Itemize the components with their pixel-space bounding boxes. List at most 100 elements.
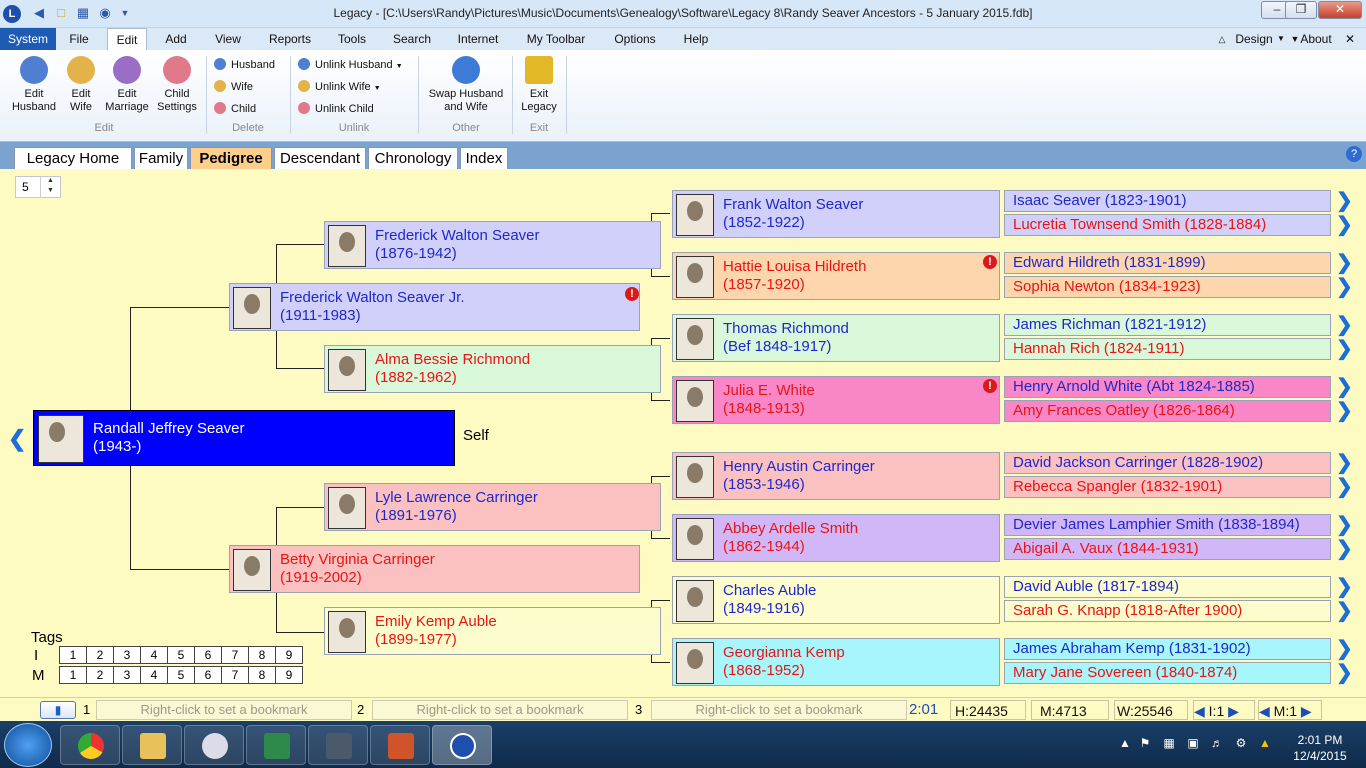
maximize-button[interactable]: ❐ (1285, 1, 1317, 19)
help-icon[interactable]: ? (1346, 146, 1362, 162)
great-grandparent-box[interactable]: Georgianna Kemp (1868-1952) (672, 638, 1000, 686)
tray-network-icon[interactable]: ▦ (1162, 736, 1176, 750)
menu-tools[interactable]: Tools (330, 28, 374, 50)
chevron-right-icon[interactable]: ❯ (1336, 477, 1353, 497)
chevron-right-icon[interactable]: ❯ (1336, 401, 1353, 421)
close-button[interactable]: ✕ (1318, 1, 1362, 19)
mother-box[interactable]: Betty Virginia Carringer (1919-2002) (229, 545, 640, 593)
chevron-up-icon[interactable]: △ (1216, 28, 1228, 50)
great-grandparent-box[interactable]: Charles Auble (1849-1916) (672, 576, 1000, 624)
edit-marriage-button[interactable]: Edit Marriage (102, 56, 152, 114)
bookmark-3-slot[interactable]: Right-click to set a bookmark (651, 700, 907, 720)
taskbar-powerpoint[interactable] (370, 725, 430, 765)
great-grandparent-box[interactable]: Hattie Louisa Hildreth (1857-1920) ! (672, 252, 1000, 300)
tag-i-5[interactable]: 5 (167, 646, 195, 664)
tray-expand-icon[interactable]: ▲ (1118, 736, 1132, 750)
menu-search[interactable]: Search (388, 28, 436, 50)
spinner-arrows-icon[interactable]: ▲ ▼ (40, 176, 60, 198)
tag-m-7[interactable]: 7 (221, 666, 249, 684)
nav-prev-icon[interactable]: ◀ (1259, 703, 1270, 719)
gen5-person[interactable]: Mary Jane Sovereen (1840-1874) (1004, 662, 1331, 684)
gen5-person[interactable]: Hannah Rich (1824-1911) (1004, 338, 1331, 360)
gen5-person[interactable]: Isaac Seaver (1823-1901) (1004, 190, 1331, 212)
windows-start-icon[interactable] (4, 723, 52, 767)
paternal-grandmother-box[interactable]: Alma Bessie Richmond (1882-1962) (324, 345, 661, 393)
nav-next-icon[interactable]: ▶ (1301, 703, 1312, 719)
nav-next-icon[interactable]: ▶ (1228, 703, 1239, 719)
taskbar-family-tree[interactable] (246, 725, 306, 765)
tag-i-9[interactable]: 9 (275, 646, 303, 664)
gen5-person[interactable]: Henry Arnold White (Abt 1824-1885) (1004, 376, 1331, 398)
tray-settings-icon[interactable]: ⚙ (1234, 736, 1248, 750)
gen5-person[interactable]: David Auble (1817-1894) (1004, 576, 1331, 598)
gen5-person[interactable]: Lucretia Townsend Smith (1828-1884) (1004, 214, 1331, 236)
chevron-right-icon[interactable]: ❯ (1336, 539, 1353, 559)
nav-prev-icon[interactable]: ◀ (1194, 703, 1205, 719)
warning-icon[interactable]: ! (983, 255, 997, 269)
great-grandparent-box[interactable]: Thomas Richmond (Bef 1848-1917) (672, 314, 1000, 362)
menu-about[interactable]: About (1298, 28, 1334, 50)
menu-system[interactable]: System (0, 28, 56, 50)
swap-husband-wife-button[interactable]: Swap Husband and Wife (424, 56, 508, 114)
tag-m-9[interactable]: 9 (275, 666, 303, 684)
chevron-right-icon[interactable]: ❯ (1336, 577, 1353, 597)
great-grandparent-box[interactable]: Julia E. White (1848-1913) ! (672, 376, 1000, 424)
taskbar-monitor[interactable] (308, 725, 368, 765)
self-person-box[interactable]: Randall Jeffrey Seaver (1943-) (33, 410, 455, 466)
individual-nav[interactable]: ◀ I:1 ▶ (1193, 700, 1255, 720)
great-grandparent-box[interactable]: Henry Austin Carringer (1853-1946) (672, 452, 1000, 500)
unlink-wife-button[interactable]: Unlink Wife ▼ (298, 78, 403, 96)
bookmark-1-slot[interactable]: Right-click to set a bookmark (96, 700, 352, 720)
great-grandparent-box[interactable]: Abbey Ardelle Smith (1862-1944) (672, 514, 1000, 562)
chevron-right-icon[interactable]: ❯ (1336, 663, 1353, 683)
tag-m-4[interactable]: 4 (140, 666, 168, 684)
tab-chronology[interactable]: Chronology (368, 147, 458, 169)
gen5-person[interactable]: Rebecca Spangler (1832-1901) (1004, 476, 1331, 498)
menu-internet[interactable]: Internet (450, 28, 506, 50)
delete-child-button[interactable]: Child (214, 100, 275, 118)
tab-index[interactable]: Index (460, 147, 508, 169)
chevron-right-icon[interactable]: ❯ (1336, 191, 1353, 211)
chevron-right-icon[interactable]: ❯ (1336, 601, 1353, 621)
delete-husband-button[interactable]: Husband (214, 56, 275, 74)
marriage-nav[interactable]: ◀ M:1 ▶ (1258, 700, 1322, 720)
delete-wife-button[interactable]: Wife (214, 78, 275, 96)
taskbar-chrome[interactable] (60, 725, 120, 765)
tag-m-3[interactable]: 3 (113, 666, 141, 684)
menu-design[interactable]: Design (1234, 28, 1274, 50)
bookmark-icon[interactable]: ▮ (40, 701, 76, 719)
menu-help[interactable]: Help (676, 28, 716, 50)
tag-m-1[interactable]: 1 (59, 666, 87, 684)
tag-i-6[interactable]: 6 (194, 646, 222, 664)
maternal-grandfather-box[interactable]: Lyle Lawrence Carringer (1891-1976) (324, 483, 661, 531)
edit-husband-button[interactable]: Edit Husband (6, 56, 62, 114)
tray-drive-icon[interactable]: ▲ (1258, 736, 1272, 750)
menu-view[interactable]: View (208, 28, 248, 50)
warning-icon[interactable]: ! (983, 379, 997, 393)
gen5-person[interactable]: James Richman (1821-1912) (1004, 314, 1331, 336)
gen5-person[interactable]: David Jackson Carringer (1828-1902) (1004, 452, 1331, 474)
tag-m-2[interactable]: 2 (86, 666, 114, 684)
great-grandparent-box[interactable]: Frank Walton Seaver (1852-1922) (672, 190, 1000, 238)
tag-m-6[interactable]: 6 (194, 666, 222, 684)
tray-flag-icon[interactable]: ⚑ (1138, 736, 1152, 750)
tag-i-1[interactable]: 1 (59, 646, 87, 664)
gen5-person[interactable]: Sarah G. Knapp (1818-After 1900) (1004, 600, 1331, 622)
chevron-right-icon[interactable]: ❯ (1336, 339, 1353, 359)
taskbar-clock[interactable]: 2:01 PM 12/4/2015 (1282, 732, 1358, 764)
chevron-right-icon[interactable]: ❯ (1336, 515, 1353, 535)
tag-i-3[interactable]: 3 (113, 646, 141, 664)
menu-edit[interactable]: Edit (107, 28, 147, 50)
edit-wife-button[interactable]: Edit Wife (62, 56, 100, 114)
gen5-person[interactable]: James Abraham Kemp (1831-1902) (1004, 638, 1331, 660)
gen5-person[interactable]: Sophia Newton (1834-1923) (1004, 276, 1331, 298)
menu-options[interactable]: Options (606, 28, 664, 50)
tag-m-8[interactable]: 8 (248, 666, 276, 684)
chevron-left-icon[interactable]: ❮ (8, 426, 26, 452)
chevron-right-icon[interactable]: ❯ (1336, 315, 1353, 335)
chevron-right-icon[interactable]: ❯ (1336, 215, 1353, 235)
tag-m-5[interactable]: 5 (167, 666, 195, 684)
taskbar-legacy[interactable] (432, 725, 492, 765)
menu-reports[interactable]: Reports (262, 28, 318, 50)
tray-volume-icon[interactable]: ♬ (1210, 736, 1224, 750)
